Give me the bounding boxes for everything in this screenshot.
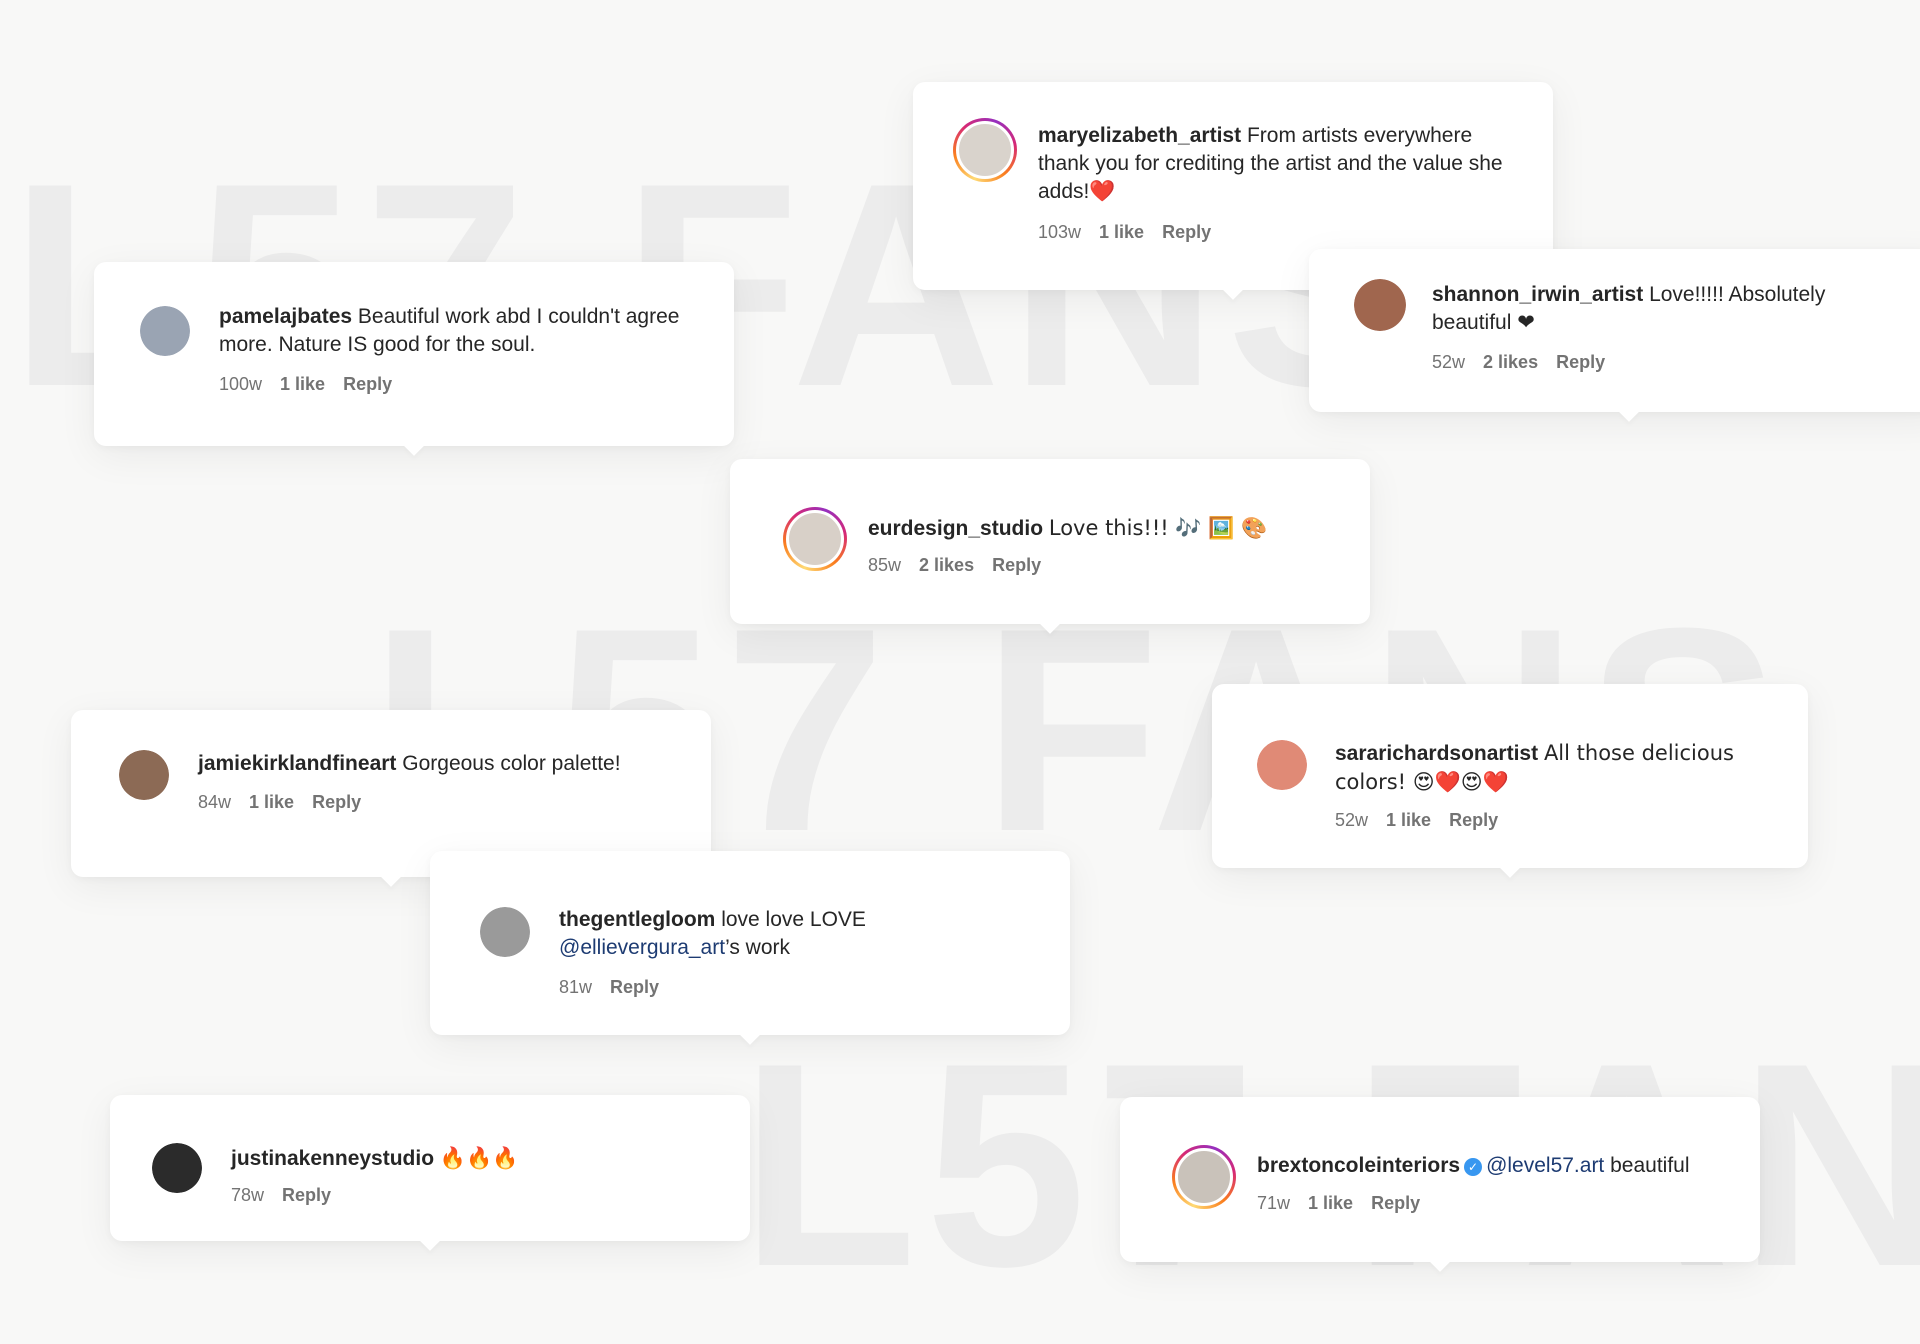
comment-age: 81w — [559, 977, 593, 997]
username[interactable]: jamiekirklandfineart — [198, 752, 396, 775]
comment-card-sararichardsonartist: sararichardsonartist All those delicious… — [1212, 684, 1808, 868]
comment-age: 78w — [231, 1185, 265, 1205]
reply-button[interactable]: Reply — [312, 792, 361, 813]
reply-button[interactable]: Reply — [1556, 352, 1605, 373]
comment-card-eurdesign-studio: eurdesign_studio Love this!!! 🎶 🖼️ 🎨 85w… — [730, 459, 1370, 624]
avatar[interactable] — [783, 507, 847, 571]
comment-text: sararichardsonartist All those delicious… — [1335, 739, 1765, 797]
comment-body: love love LOVE — [721, 908, 866, 931]
username[interactable]: shannon_irwin_artist — [1432, 283, 1643, 306]
username[interactable]: justinakenneystudio — [231, 1147, 434, 1170]
avatar[interactable] — [1354, 279, 1406, 331]
comment-meta: 52w 2 likes Reply — [1432, 352, 1605, 373]
comment-meta: 81w Reply — [559, 977, 659, 998]
comment-text: jamiekirklandfineart Gorgeous color pale… — [198, 750, 688, 778]
comment-age: 71w — [1257, 1193, 1291, 1213]
comment-text: thegentlegloom love love LOVE @ellieverg… — [559, 906, 1029, 962]
comment-body: Gorgeous color palette! — [402, 752, 621, 775]
comment-text: brextoncoleinteriors ✓ @level57.art beauti… — [1257, 1152, 1747, 1180]
username[interactable]: thegentlegloom — [559, 908, 715, 931]
username[interactable]: maryelizabeth_artist — [1038, 124, 1241, 147]
comment-card-brextoncoleinteriors: brextoncoleinteriors ✓ @level57.art beauti… — [1120, 1097, 1760, 1262]
like-count[interactable]: 1 like — [249, 792, 294, 813]
reply-button[interactable]: Reply — [282, 1185, 331, 1206]
comment-age: 52w — [1432, 352, 1466, 372]
avatar[interactable] — [1257, 740, 1307, 790]
comment-age: 84w — [198, 792, 232, 812]
comment-body: 🔥🔥🔥 — [439, 1146, 519, 1170]
comment-card-pamelajbates: pamelajbates Beautiful work abd I couldn… — [94, 262, 734, 446]
comment-meta: 78w Reply — [231, 1185, 331, 1206]
like-count[interactable]: 1 like — [280, 374, 325, 395]
reply-button[interactable]: Reply — [992, 555, 1041, 576]
comment-text: pamelajbates Beautiful work abd I couldn… — [219, 303, 689, 359]
like-count[interactable]: 1 like — [1308, 1193, 1353, 1214]
avatar[interactable] — [1172, 1145, 1236, 1209]
comment-meta: 52w 1 like Reply — [1335, 810, 1498, 831]
comment-text: maryelizabeth_artist From artists everyw… — [1038, 122, 1508, 206]
mention-link[interactable]: @level57.art — [1486, 1154, 1604, 1177]
username[interactable]: pamelajbates — [219, 305, 352, 328]
comment-age: 103w — [1038, 222, 1082, 242]
like-count[interactable]: 1 like — [1099, 222, 1144, 243]
comment-card-thegentlegloom: thegentlegloom love love LOVE @ellieverg… — [430, 851, 1070, 1035]
avatar[interactable] — [480, 907, 530, 957]
comment-meta: 100w 1 like Reply — [219, 374, 392, 395]
reply-button[interactable]: Reply — [610, 977, 659, 998]
comment-text: justinakenneystudio 🔥🔥🔥 — [231, 1144, 701, 1173]
comment-age: 100w — [219, 374, 263, 394]
comment-body: Love this!!! 🎶 🖼️ 🎨 — [1048, 516, 1268, 540]
username[interactable]: brextoncoleinteriors — [1257, 1154, 1460, 1177]
avatar[interactable] — [152, 1143, 202, 1193]
like-count[interactable]: 2 likes — [1483, 352, 1538, 373]
avatar[interactable] — [119, 750, 169, 800]
comment-meta: 103w 1 like Reply — [1038, 222, 1211, 243]
avatar[interactable] — [140, 306, 190, 356]
mention-link[interactable]: @ellievergura_art — [559, 936, 725, 959]
comment-age: 52w — [1335, 810, 1369, 830]
comment-meta: 71w 1 like Reply — [1257, 1193, 1420, 1214]
comment-meta: 84w 1 like Reply — [198, 792, 361, 813]
reply-button[interactable]: Reply — [343, 374, 392, 395]
verified-badge-icon: ✓ — [1464, 1158, 1483, 1176]
username[interactable]: eurdesign_studio — [868, 517, 1043, 540]
like-count[interactable]: 2 likes — [919, 555, 974, 576]
comment-text: shannon_irwin_artist Love!!!!! Absolutel… — [1432, 281, 1902, 337]
avatar[interactable] — [953, 118, 1017, 182]
comment-meta: 85w 2 likes Reply — [868, 555, 1041, 576]
comment-body-suffix: ’s work — [725, 936, 791, 959]
username[interactable]: sararichardsonartist — [1335, 742, 1538, 765]
comment-body: beautiful — [1610, 1154, 1690, 1177]
reply-button[interactable]: Reply — [1449, 810, 1498, 831]
reply-button[interactable]: Reply — [1162, 222, 1211, 243]
reply-button[interactable]: Reply — [1371, 1193, 1420, 1214]
comment-age: 85w — [868, 555, 902, 575]
comment-card-shannon-irwin-artist: shannon_irwin_artist Love!!!!! Absolutel… — [1309, 249, 1920, 412]
comment-card-justinakenneystudio: justinakenneystudio 🔥🔥🔥 78w Reply — [110, 1095, 750, 1241]
comment-text: eurdesign_studio Love this!!! 🎶 🖼️ 🎨 — [868, 514, 1338, 543]
like-count[interactable]: 1 like — [1386, 810, 1431, 831]
